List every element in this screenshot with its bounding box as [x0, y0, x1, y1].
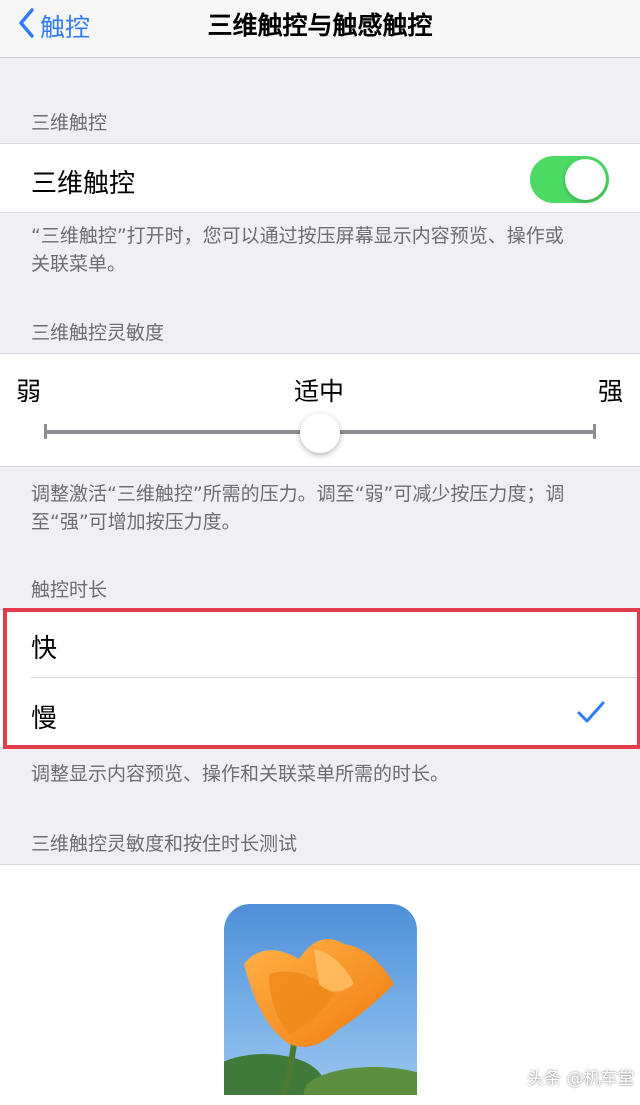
sensitivity-footnote-line1: 调整激活“三维触控”所需的压力。调至“弱”可减少按压力度；调 [31, 483, 565, 505]
sensitivity-footnote: 调整激活“三维触控”所需的压力。调至“弱”可减少按压力度；调 至“强”可增加按压… [31, 480, 611, 536]
section-header-sensitivity: 三维触控灵敏度 [31, 322, 165, 344]
section-header-duration: 触控时长 [31, 579, 108, 601]
duration-option-fast[interactable]: 快 [0, 610, 640, 678]
3d-touch-toggle[interactable] [530, 156, 609, 203]
duration-footnote: 调整显示内容预览、操作和关联菜单所需的时长。 [31, 763, 450, 785]
3d-touch-footnote-line1: “三维触控”打开时，您可以通过按压屏幕显示内容预览、操作或 [31, 225, 564, 247]
3d-touch-group: 三维触控 [0, 143, 640, 213]
slider-tick-low [44, 424, 47, 439]
section-header-test: 三维触控灵敏度和按住时长测试 [31, 833, 298, 855]
navigation-bar: 触控 三维触控与触感触控 [0, 0, 640, 58]
sensitivity-mid-label: 适中 [294, 377, 345, 406]
test-flower-image[interactable] [224, 904, 417, 1095]
3d-touch-label: 三维触控 [31, 169, 136, 199]
page-title: 三维触控与触感触控 [207, 11, 433, 40]
sensitivity-group: 弱 适中 强 [0, 353, 640, 467]
3d-touch-footnote: “三维触控”打开时，您可以通过按压屏幕显示内容预览、操作或 关联菜单。 [31, 222, 611, 278]
duration-option-slow[interactable]: 慢 [0, 678, 640, 746]
toggle-knob [565, 159, 606, 200]
section-header-3d-touch: 三维触控 [31, 112, 108, 134]
slider-tick-high [593, 424, 596, 439]
sensitivity-slider-thumb[interactable] [300, 413, 340, 453]
duration-option-slow-label: 慢 [31, 704, 58, 734]
sensitivity-low-label: 弱 [16, 377, 42, 406]
sensitivity-high-label: 强 [598, 377, 624, 406]
3d-touch-footnote-line2: 关联菜单。 [31, 253, 127, 275]
sensitivity-footnote-line2: 至“强”可增加按压力度。 [31, 511, 241, 533]
checkmark-icon [577, 700, 605, 728]
duration-option-fast-label: 快 [31, 634, 58, 664]
watermark-text: 头条 @机车堂 [527, 1069, 635, 1089]
